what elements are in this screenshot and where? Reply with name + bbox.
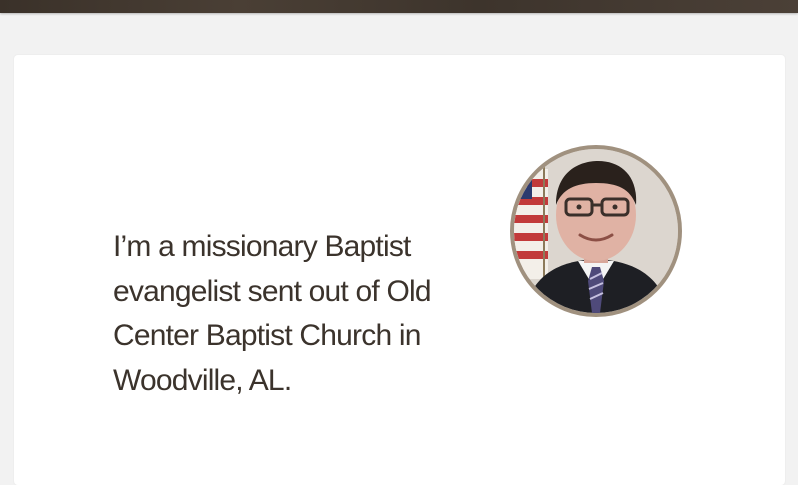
portrait-photo: [514, 149, 678, 313]
intro-text: I’m a missionary Baptist evangelist sent…: [113, 230, 432, 397]
avatar: [510, 145, 682, 317]
about-card: I’m a missionary Baptist evangelist sent…: [14, 55, 785, 485]
header-banner: [0, 0, 798, 13]
